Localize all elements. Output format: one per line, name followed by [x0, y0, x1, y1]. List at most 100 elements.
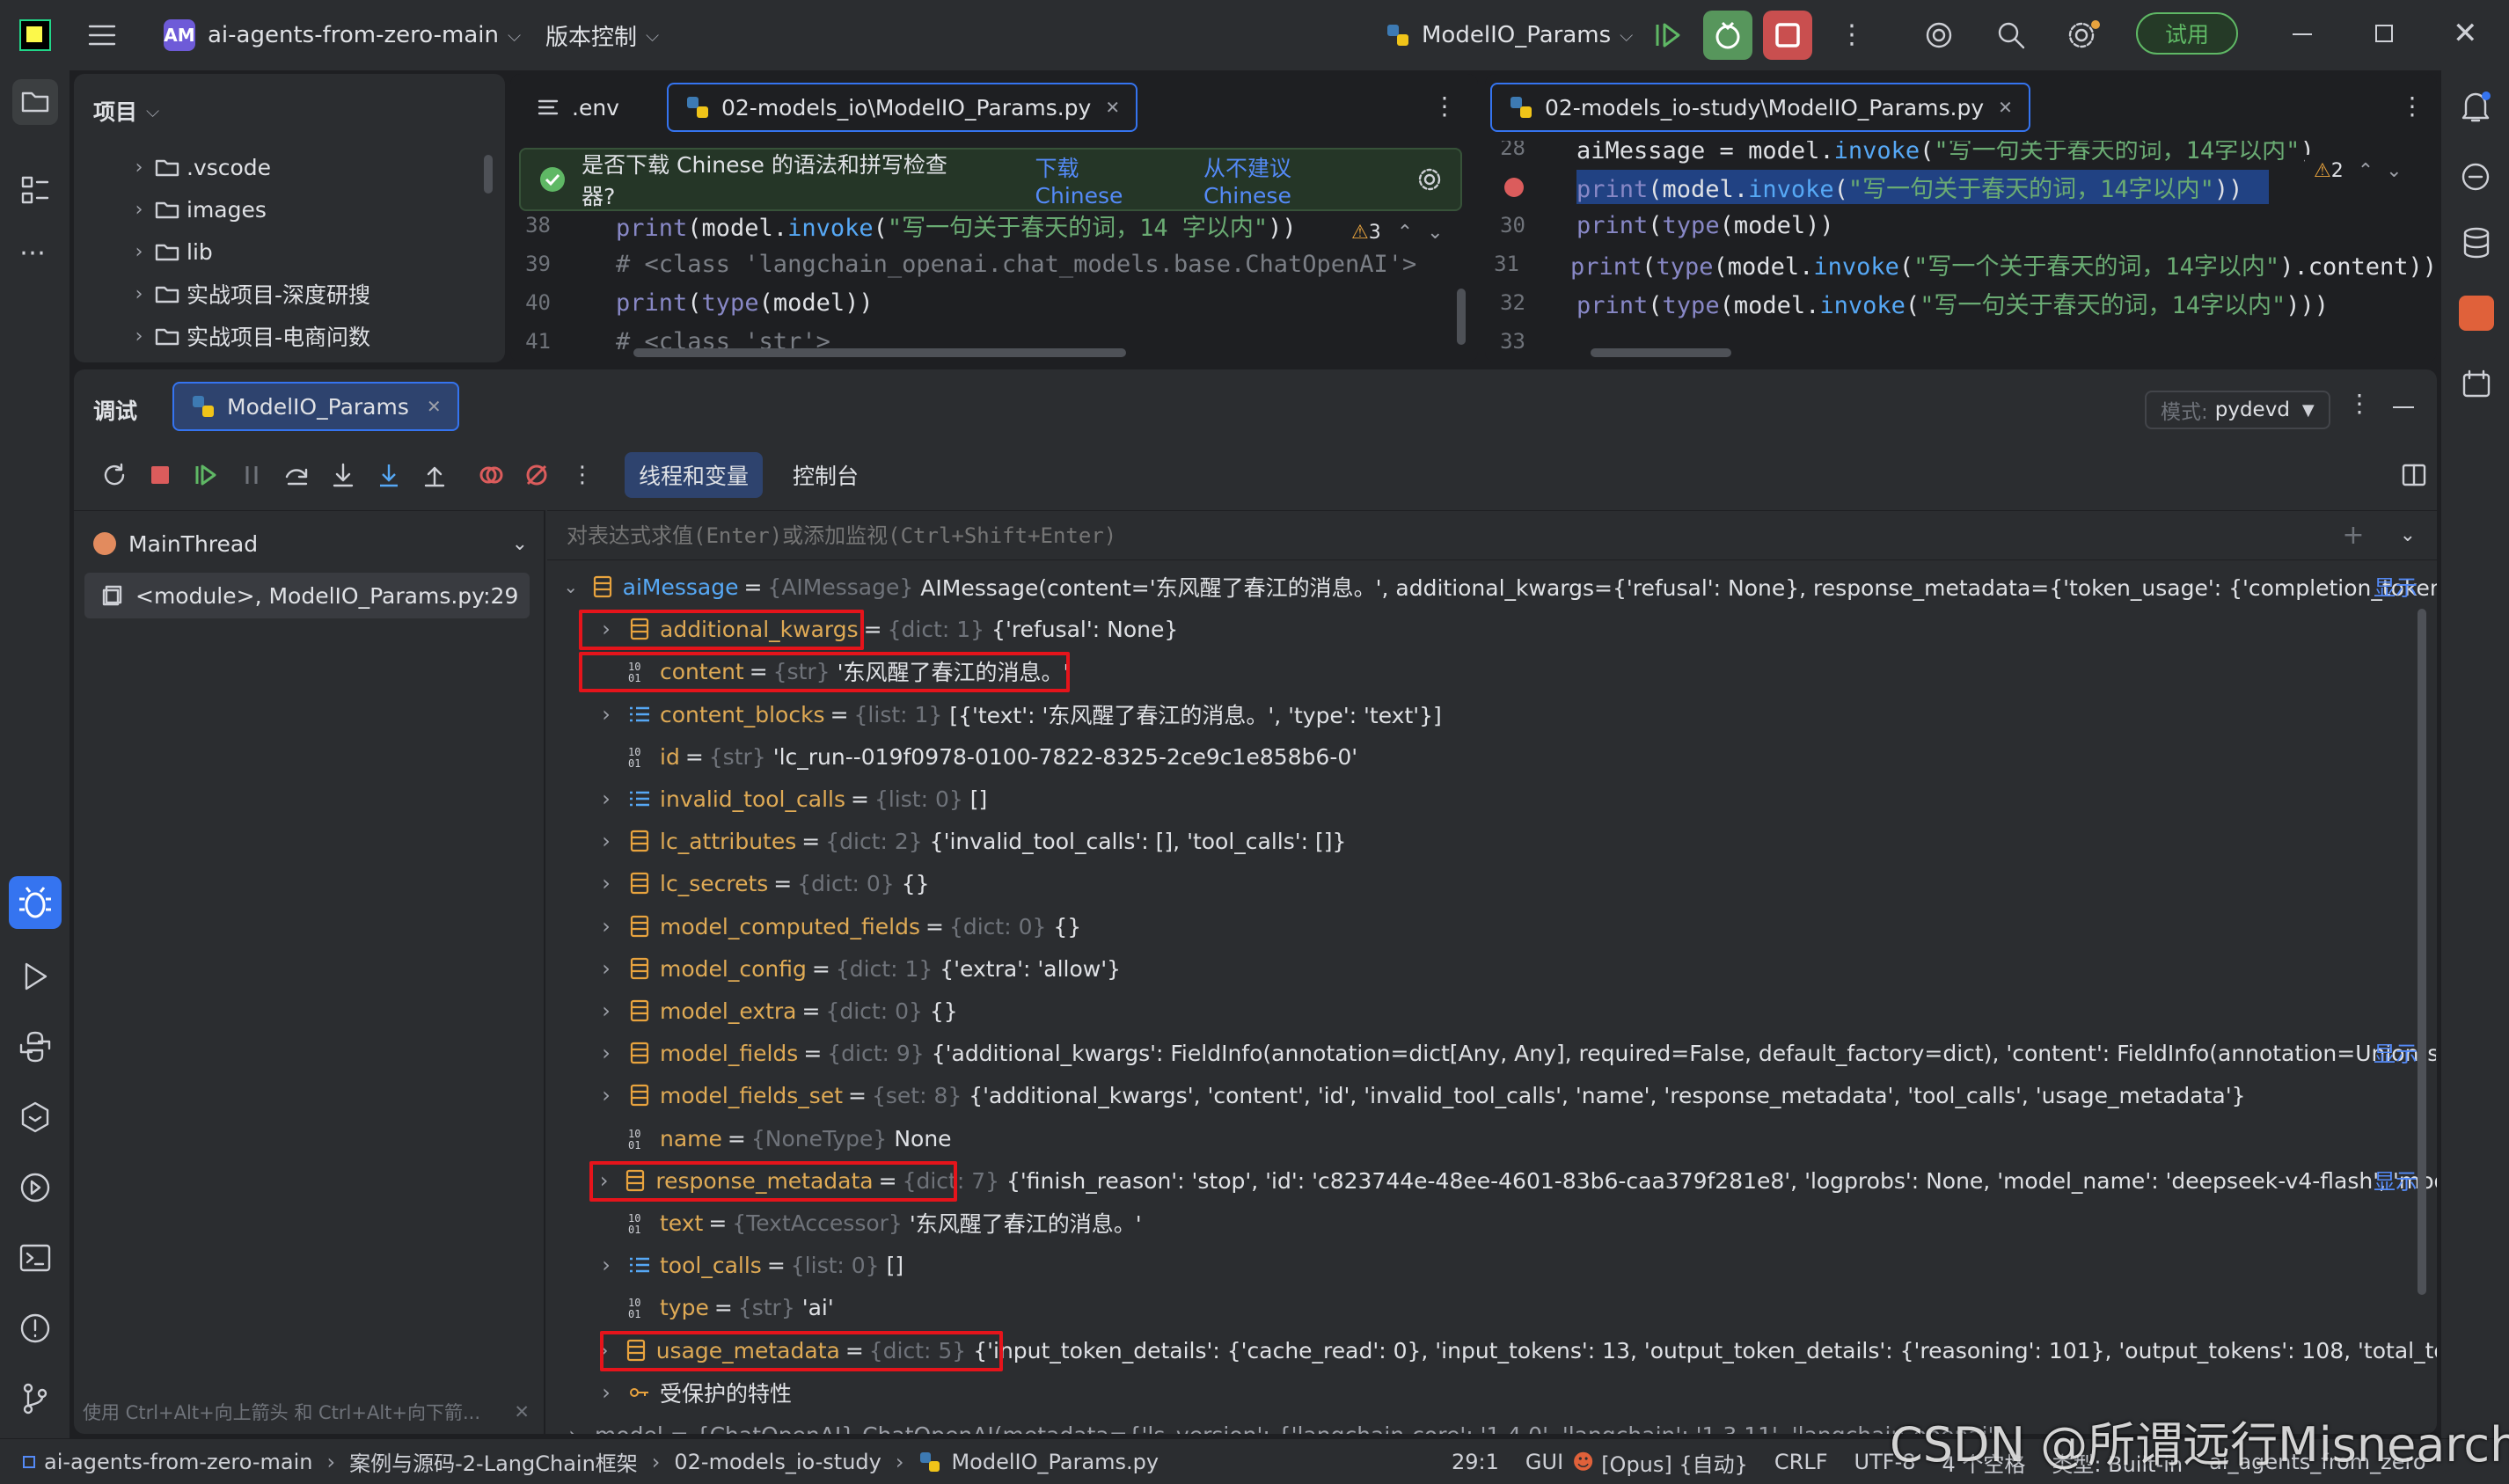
more-actions-icon[interactable]: ⋮ — [1839, 19, 1865, 50]
tree-item[interactable]: › .vscode — [127, 146, 479, 188]
caret-position[interactable]: 29:1 — [1452, 1450, 1499, 1474]
chevron-right-icon[interactable]: › — [584, 1083, 628, 1108]
more-tabs-icon[interactable]: ⋮ — [1432, 91, 1457, 121]
code-area[interactable]: 38 print(model.invoke("写一句关于春天的词，14 字以内")… — [510, 206, 1460, 361]
chevron-up-icon[interactable]: ⌃ — [1397, 222, 1413, 244]
variable-row[interactable]: 10 01 id = {str}'lc_run--019f0978-0100-7822-… — [547, 735, 2437, 778]
tree-item[interactable]: › images — [127, 188, 479, 230]
view-breakpoints-icon[interactable] — [473, 457, 508, 493]
more-tools-icon[interactable]: ⋯ — [19, 238, 46, 268]
variables-scrollbar[interactable] — [2418, 609, 2426, 1295]
search-icon[interactable] — [1995, 19, 2027, 51]
thread-select[interactable]: MainThread ⌄ — [93, 522, 528, 566]
editor-tab[interactable]: .env — [519, 83, 635, 132]
code-area[interactable]: 28 aiMessage = model.invoke("写一句关于春天的词，14… — [1485, 141, 2437, 362]
pause-icon[interactable] — [234, 457, 269, 493]
chevron-right-icon[interactable]: › — [584, 956, 628, 981]
stop-button[interactable] — [1763, 11, 1812, 60]
more-tabs-icon[interactable]: ⋮ — [2400, 91, 2425, 121]
chevron-right-icon[interactable]: › — [584, 702, 628, 727]
main-menu-icon[interactable] — [86, 21, 118, 49]
more-actions-icon[interactable]: ⋮ — [565, 457, 600, 493]
project-switcher[interactable]: AM ai-agents-from-zero-main ⌵ — [164, 18, 521, 53]
trial-button[interactable]: 试用 — [2136, 12, 2238, 55]
breadcrumb-item[interactable]: ModelIO_Params.py — [951, 1450, 1159, 1474]
close-tab-icon[interactable]: ✕ — [427, 396, 442, 417]
layout-icon[interactable] — [2400, 461, 2428, 489]
input-method[interactable]: [Opus] {自动} — [1601, 1447, 1748, 1478]
chevron-down-icon[interactable]: ⌄ — [2386, 160, 2402, 182]
evaluate-input[interactable] — [567, 515, 2238, 555]
chevron-right-icon[interactable]: › — [584, 786, 628, 811]
vcs-menu[interactable]: 版本控制 ⌵ — [545, 18, 659, 53]
variable-row[interactable]: › invalid_tool_calls = {list: 0}[] — [547, 778, 2437, 820]
endpoints-icon[interactable] — [2459, 366, 2494, 401]
variable-row[interactable]: › content_blocks = {list: 1} [{'text': '东风醒了… — [547, 693, 2437, 735]
editor-tab[interactable]: 02-models_io-study\ModelIO_Params.py ✕ — [1490, 83, 2030, 132]
chevron-right-icon[interactable]: › — [551, 1422, 595, 1434]
chevron-right-icon[interactable]: › — [584, 914, 628, 939]
tree-item[interactable]: › 实战项目-电商问数 — [127, 315, 479, 357]
run-icon[interactable] — [18, 959, 53, 994]
add-watch-icon[interactable]: + — [2342, 520, 2364, 551]
debug-tool-button[interactable] — [9, 876, 62, 929]
step-out-icon[interactable] — [417, 457, 452, 493]
terminal-icon[interactable] — [18, 1240, 53, 1276]
variable-row-root[interactable]: ⌄ aiMessage = {AIMessage} AIMessage(content=… — [547, 566, 2437, 608]
banner-dismiss-link[interactable]: 从不建议 Chinese — [1203, 151, 1381, 208]
settings-icon[interactable] — [1416, 166, 1443, 193]
inspection-widget[interactable]: ⚠ 2 ⌃ ⌄ — [2305, 155, 2411, 186]
tab-console[interactable]: 控制台 — [779, 452, 873, 498]
variable-row[interactable]: › lc_attributes = {dict: 2} {'invalid_tool_c… — [547, 820, 2437, 862]
minimize-icon[interactable] — [2293, 33, 2312, 35]
chevron-down-icon[interactable]: ⌄ — [551, 576, 591, 597]
gui-label[interactable]: GUI — [1525, 1450, 1563, 1474]
variable-row[interactable]: › model_fields = {dict: 9} {'additional_kwar… — [547, 1032, 2437, 1074]
chevron-down-icon[interactable]: ⌄ — [1427, 222, 1443, 244]
debug-rerun-button[interactable] — [1703, 11, 1752, 60]
banner-download-link[interactable]: 下载 Chinese — [1035, 151, 1170, 208]
pycharm-logo-icon[interactable] — [19, 19, 51, 51]
python-console-icon[interactable] — [18, 1170, 53, 1205]
show-more-link[interactable]: 显示 — [2374, 571, 2418, 603]
maximize-icon[interactable] — [2375, 25, 2393, 42]
services-icon[interactable] — [18, 1100, 53, 1135]
resume-icon[interactable] — [1652, 19, 1684, 51]
breadcrumb-item[interactable]: 02-models_io-study — [674, 1450, 881, 1474]
chevron-right-icon[interactable]: › — [584, 1380, 628, 1405]
variable-row[interactable]: 10 01 text = {TextAccessor} '东风醒了春江的消息。' — [547, 1202, 2437, 1244]
scrollbar[interactable] — [484, 155, 493, 194]
close-hint-icon[interactable]: ✕ — [514, 1401, 530, 1422]
hide-panel-icon[interactable] — [2393, 406, 2414, 408]
chevron-right-icon[interactable]: › — [584, 1041, 628, 1065]
breadcrumb-item[interactable]: ai-agents-from-zero-main — [44, 1450, 313, 1474]
inspection-widget[interactable]: ⚠ 3 ⌃ ⌄ — [1351, 222, 1444, 244]
chevron-right-icon[interactable]: › — [584, 1253, 628, 1277]
notifications-icon[interactable] — [2457, 88, 2494, 125]
close-tab-icon[interactable]: ✕ — [1998, 97, 2013, 118]
stack-frame[interactable]: <module>, ModelIO_Params.py:29 — [84, 573, 530, 618]
mute-breakpoints-icon[interactable] — [519, 457, 554, 493]
variable-row[interactable]: › model_extra = {dict: 0}{} — [547, 990, 2437, 1032]
ai-assistant-icon[interactable] — [1923, 19, 1955, 51]
variable-row[interactable]: 10 01 name = {NoneType} None — [547, 1117, 2437, 1159]
ai-chat-icon[interactable] — [2457, 158, 2494, 195]
horizontal-scrollbar[interactable] — [1591, 348, 1731, 357]
close-window-icon[interactable]: ✕ — [2453, 16, 2478, 51]
run-config-selector[interactable]: ModelIO_Params ⌵ — [1385, 18, 1633, 53]
variable-row[interactable]: 10 01 type = {str}'ai' — [547, 1286, 2437, 1328]
scrollbar[interactable] — [1457, 289, 1466, 345]
step-into-icon[interactable] — [326, 457, 361, 493]
variable-row[interactable]: › model_fields_set = {set: 8} {'additional_k… — [547, 1074, 2437, 1116]
close-tab-icon[interactable]: ✕ — [1105, 97, 1120, 118]
chevron-right-icon[interactable]: › — [584, 998, 628, 1023]
chevron-down-icon[interactable]: ⌄ — [2400, 524, 2416, 546]
step-into-my-code-icon[interactable] — [371, 457, 406, 493]
rerun-icon[interactable] — [97, 457, 132, 493]
project-tool-button[interactable] — [12, 79, 58, 125]
settings-icon[interactable] — [2066, 19, 2101, 51]
variable-row[interactable]: › tool_calls = {list: 0}[] — [547, 1244, 2437, 1286]
tree-item[interactable]: › 实战项目-深度研搜 — [127, 273, 479, 315]
show-more-link[interactable]: 显示 — [2374, 1165, 2418, 1196]
chevron-right-icon[interactable]: › — [584, 829, 628, 853]
